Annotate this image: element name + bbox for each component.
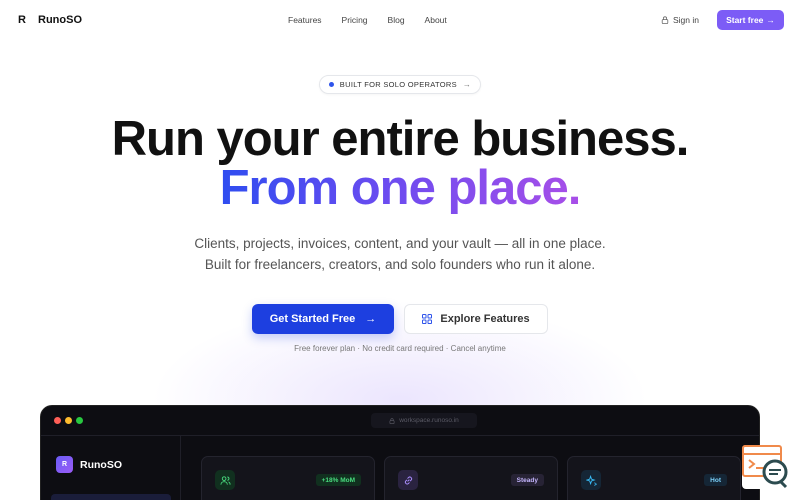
preview-brand: R RunoSO	[56, 456, 122, 473]
window-minimize-icon	[65, 417, 72, 424]
brand[interactable]: R RunoSO	[18, 14, 82, 26]
brand-name: RunoSO	[38, 14, 82, 26]
nav-link-blog[interactable]: Blog	[388, 15, 405, 25]
hero-title-accent-text: From one place.	[219, 161, 582, 215]
preview-url: workspace.runoso.in	[399, 417, 459, 424]
arrow-right-icon: →	[365, 313, 377, 325]
brand-logo-icon: R	[18, 14, 26, 26]
nav-links: Features Pricing Blog About	[288, 0, 447, 40]
get-started-label: Get Started Free	[269, 313, 356, 325]
steady-badge: Steady	[510, 474, 544, 486]
sparkle-icon	[581, 470, 601, 490]
start-free-button[interactable]: Start free →	[717, 10, 784, 30]
grid-icon	[422, 314, 433, 324]
top-nav: R RunoSO Features Pricing Blog About Sig…	[0, 0, 800, 40]
hero-title: Run your entire business.	[111, 112, 690, 166]
nav-actions: Sign in Start free →	[661, 0, 784, 40]
preview-brand-name: RunoSO	[80, 458, 122, 471]
nav-link-pricing[interactable]: Pricing	[342, 15, 368, 25]
lock-icon	[389, 417, 395, 424]
link-icon	[398, 470, 418, 490]
cta-fine-print: Free forever plan · No credit card requi…	[294, 344, 506, 353]
preview-sidebar-item-active	[51, 494, 171, 500]
hero-subtitle: Clients, projects, invoices, content, an…	[0, 233, 800, 275]
hero-badge[interactable]: BUILT FOR SOLO OPERATORS →	[319, 75, 481, 94]
hero-subtitle-line-2: Built for freelancers, creators, and sol…	[204, 257, 596, 272]
lock-icon	[661, 16, 669, 24]
explore-features-button[interactable]: Explore Features	[404, 304, 548, 334]
sign-in-link[interactable]: Sign in	[661, 15, 699, 25]
preview-sidebar: R RunoSO	[41, 436, 181, 500]
arrow-right-icon: →	[766, 15, 775, 25]
help-chat-widget[interactable]	[742, 445, 790, 489]
hot-badge: Hot	[704, 474, 727, 486]
users-icon	[215, 470, 235, 490]
preview-titlebar: workspace.runoso.in	[41, 406, 759, 436]
window-maximize-icon	[76, 417, 83, 424]
explore-features-label: Explore Features	[440, 313, 530, 325]
hero-title-accent: From one place.	[0, 162, 800, 214]
preview-url-bar: workspace.runoso.in	[371, 413, 477, 428]
preview-stat-card: Steady	[384, 456, 558, 500]
app-preview: workspace.runoso.in R RunoSO +18% MoM St…	[40, 405, 760, 500]
get-started-button[interactable]: Get Started Free →	[252, 304, 394, 334]
preview-stat-card: +18% MoM	[201, 456, 375, 500]
window-close-icon	[54, 417, 61, 424]
badge-text: BUILT FOR SOLO OPERATORS	[339, 80, 457, 89]
preview-logo-icon: R	[56, 456, 73, 473]
chat-support-icon	[742, 445, 788, 489]
arrow-right-icon: →	[462, 80, 472, 89]
nav-link-features[interactable]: Features	[288, 15, 322, 25]
preview-stat-card: Hot	[567, 456, 741, 500]
hero-subtitle-line-1: Clients, projects, invoices, content, an…	[194, 236, 606, 251]
sign-in-label: Sign in	[673, 15, 699, 25]
growth-badge: +18% MoM	[315, 474, 361, 486]
start-free-label: Start free	[726, 15, 764, 25]
badge-dot-icon	[328, 82, 334, 87]
nav-link-about[interactable]: About	[425, 15, 447, 25]
